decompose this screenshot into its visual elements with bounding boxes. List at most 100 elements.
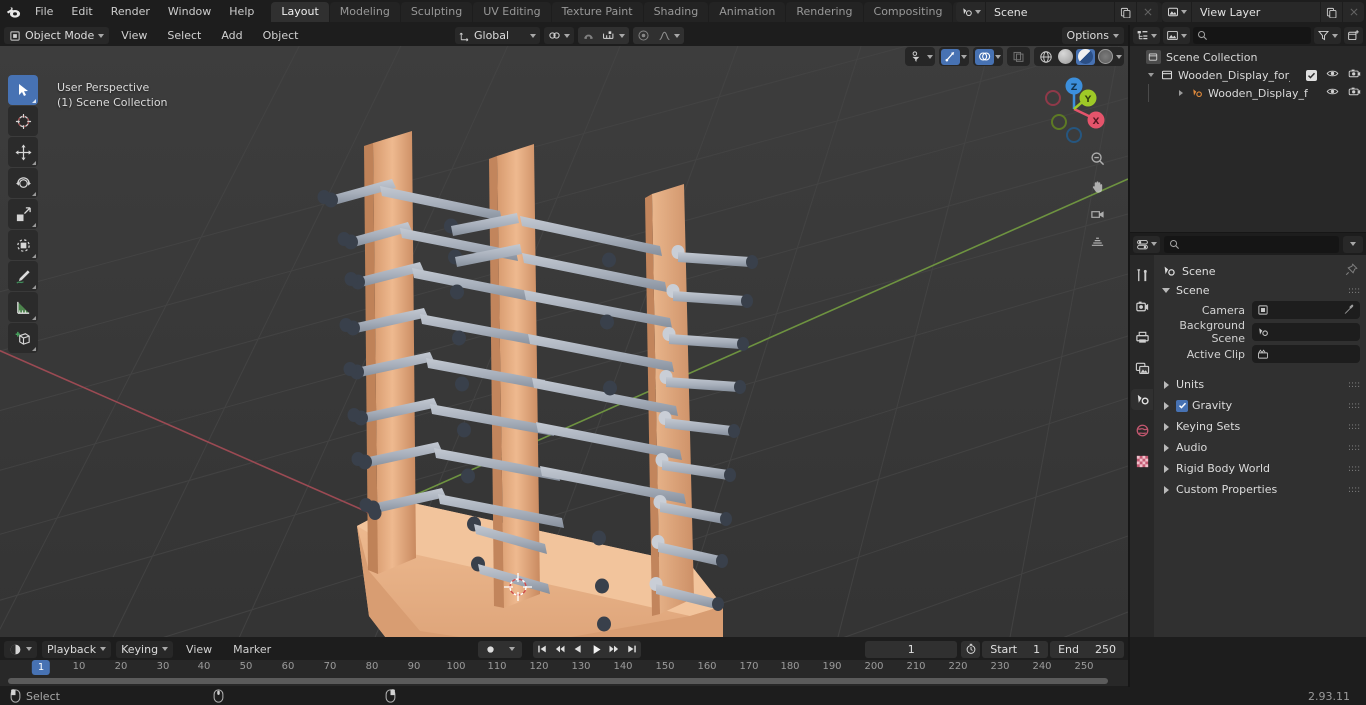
snap-pivot-selector[interactable] [544,27,575,44]
chevron-down-icon[interactable] [961,54,967,59]
tool-rotate[interactable] [8,168,38,198]
remove-view-layer-button[interactable] [1342,2,1364,22]
tool-transform[interactable] [8,230,38,260]
tool-annotate[interactable] [8,261,38,291]
chevron-down-icon[interactable] [995,54,1001,59]
outliner-filter-id[interactable] [1163,27,1190,44]
overlays-group[interactable] [973,47,1003,66]
properties-editor-type-button[interactable] [1133,235,1160,253]
workspace-tab-texture-paint[interactable]: Texture Paint [551,2,643,22]
shading-modes-group[interactable] [1034,47,1124,66]
toggle-ortho-icon[interactable] [1086,231,1108,253]
workspace-tab-rendering[interactable]: Rendering [786,2,863,22]
shading-rendered-button[interactable] [1096,49,1115,65]
menu-file[interactable]: File [26,3,62,21]
timeline-menu-view[interactable]: View [178,641,220,658]
camera-view-icon[interactable] [1086,203,1108,225]
workspace-tab-layout[interactable]: Layout [271,2,329,22]
shading-wireframe-button[interactable] [1036,49,1055,65]
zoom-nav-icon[interactable] [1086,147,1108,169]
timeline-editor-type-button[interactable] [4,640,37,658]
scene-selector[interactable]: Scene [956,2,1158,22]
properties-options-dropdown[interactable] [1343,235,1363,253]
outliner-display-mode[interactable] [1133,27,1160,44]
auto-keying-toggle[interactable] [478,640,502,658]
properties-tab-render[interactable] [1131,296,1153,317]
eye-icon[interactable] [1326,67,1339,83]
timeline-ruler[interactable]: 10 20 30 40 50 60 70 80 90 100 110 120 1… [0,660,1128,677]
auto-keying-options[interactable] [502,640,522,658]
gizmo-icon[interactable] [941,48,960,65]
menu-window[interactable]: Window [159,3,220,21]
panel-header-units[interactable]: Units :::: [1154,374,1366,395]
panel-header-keying-sets[interactable]: Keying Sets :::: [1154,416,1366,437]
play-reverse-button[interactable] [569,641,587,658]
current-frame-field[interactable]: 1 [865,640,958,658]
panel-header-scene[interactable]: Scene :::: [1154,281,1366,300]
camera-field[interactable] [1252,301,1360,319]
gravity-checkbox[interactable] [1176,399,1188,412]
workspace-tab-sculpting[interactable]: Sculpting [400,2,473,22]
outliner-filter-button[interactable] [1314,27,1341,44]
outliner-editor[interactable]: Scene Collection Wooden_Display_for_Glas… [1130,25,1366,232]
use-preview-range-button[interactable] [961,640,981,658]
next-keyframe-button[interactable] [605,641,623,658]
pointer-filter-icon[interactable] [907,49,926,65]
viewport-menu-view[interactable]: View [113,27,155,44]
workspace-tab-compositing[interactable]: Compositing [863,2,953,22]
workspace-tab-modeling[interactable]: Modeling [329,2,400,22]
outliner-row-scene-collection[interactable]: Scene Collection [1130,48,1366,66]
tool-add-cube[interactable] [8,323,38,353]
jump-start-button[interactable] [533,641,551,658]
new-view-layer-button[interactable] [1320,2,1342,22]
view-layer-name[interactable]: View Layer [1192,2,1320,22]
viewport-render[interactable] [0,46,1128,637]
workspace-tab-uv-editing[interactable]: UV Editing [473,2,551,22]
playback-menu[interactable]: Playback [42,640,112,658]
viewport-menu-object[interactable]: Object [255,27,307,44]
navigation-gizmo[interactable]: Z Y X [1038,73,1110,145]
interaction-mode-selector[interactable]: Object Mode [4,27,110,44]
snap-toggle[interactable] [578,27,630,44]
jump-end-button[interactable] [623,641,641,658]
active-clip-field[interactable] [1252,345,1360,363]
keying-menu[interactable]: Keying [116,640,174,658]
menu-render[interactable]: Render [102,3,159,21]
timeline-horizontal-scrollbar[interactable] [8,678,1108,684]
panel-header-rigid-body-world[interactable]: Rigid Body World :::: [1154,458,1366,479]
tool-measure[interactable] [8,292,38,322]
pan-hand-icon[interactable] [1086,175,1108,197]
selectability-group[interactable] [905,47,935,66]
tool-cursor[interactable] [8,106,38,136]
view-layer-selector[interactable]: View Layer [1162,2,1364,22]
shading-solid-button[interactable] [1056,49,1075,65]
workspace-tab-animation[interactable]: Animation [709,2,786,22]
properties-tab-view-layer[interactable] [1131,358,1153,379]
pin-icon[interactable] [1345,263,1358,279]
panel-header-custom-properties[interactable]: Custom Properties :::: [1154,479,1366,500]
expander-down-icon[interactable] [1144,73,1158,77]
properties-tab-world[interactable] [1131,420,1153,441]
view-layer-icon[interactable] [1162,2,1192,22]
gizmo-group[interactable] [939,47,969,66]
chevron-down-icon[interactable] [1116,54,1122,59]
tool-move[interactable] [8,137,38,167]
scene-icon[interactable] [956,2,986,22]
unlink-scene-button[interactable] [1136,2,1158,22]
checkbox-checked-icon[interactable] [1306,69,1317,81]
playhead[interactable]: 1 [31,660,51,675]
timeline-menu-marker[interactable]: Marker [225,641,279,658]
new-scene-button[interactable] [1114,2,1136,22]
timeline-editor[interactable]: Playback Keying View Marker 1 Start 1 En… [0,638,1128,686]
xray-icon[interactable] [1009,49,1028,65]
camera-icon[interactable] [1348,67,1361,83]
outliner-search-input[interactable] [1193,27,1311,44]
options-dropdown[interactable]: Options [1061,27,1124,44]
eyedropper-icon[interactable] [1343,303,1355,318]
start-frame-field[interactable]: Start 1 [982,640,1049,658]
tool-scale[interactable] [8,199,38,229]
overlays-icon[interactable] [975,48,994,65]
blender-logo-icon[interactable] [0,0,26,24]
menu-help[interactable]: Help [220,3,263,21]
end-frame-field[interactable]: End 250 [1050,640,1124,658]
